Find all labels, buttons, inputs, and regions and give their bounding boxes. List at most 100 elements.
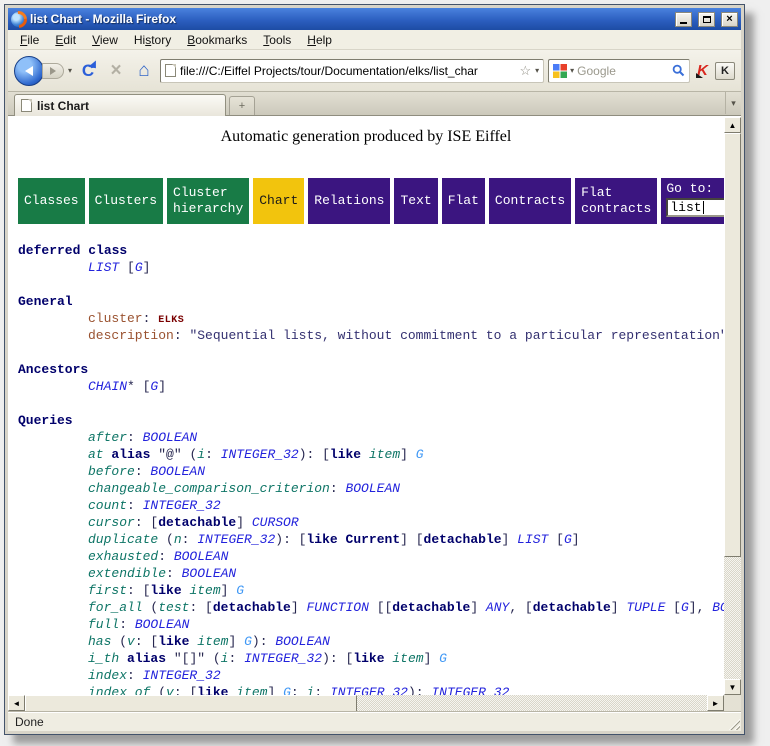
code-text: : [ [174,685,197,695]
class-link[interactable]: BOOLEAN [135,617,190,632]
list-all-tabs-button[interactable]: ▾ [725,92,741,114]
nav-button-classes[interactable]: Classes [18,178,85,224]
class-link[interactable]: G [564,532,572,547]
menu-item-tools[interactable]: Tools [255,31,299,49]
address-bar[interactable]: file:///C:/Eiffel Projects/tour/Document… [160,59,544,83]
menu-bar: FileEditViewHistoryBookmarksToolsHelp [8,30,741,50]
vertical-scrollbar[interactable]: ▲ ▼ [724,117,741,695]
generic-parameter[interactable]: G [439,651,447,666]
scroll-up-button[interactable]: ▲ [724,117,741,133]
close-button[interactable]: × [721,12,738,27]
nav-button-flat[interactable]: Flat [442,178,485,224]
menu-item-view[interactable]: View [84,31,126,49]
code-text: [ [548,532,564,547]
nav-button-text[interactable]: Text [394,178,437,224]
search-engine-dropdown-icon[interactable]: ▾ [570,66,574,75]
scroll-left-button[interactable]: ◄ [8,695,25,711]
menu-item-help[interactable]: Help [299,31,340,49]
menu-item-history[interactable]: History [126,31,179,49]
new-tab-button[interactable]: + [229,96,255,115]
class-link[interactable]: BOOLEAN [143,430,198,445]
k-toolbar-button[interactable]: K [715,62,735,80]
code-text: ] [611,600,627,615]
minimize-button[interactable] [675,12,692,27]
generic-parameter[interactable]: G [236,583,244,598]
code-text: "[]" ( [166,651,221,666]
class-link[interactable]: LIST [517,532,548,547]
back-button[interactable] [14,56,44,86]
class-link[interactable]: INTEGER_32 [143,668,221,683]
history-dropdown-icon[interactable]: ▾ [68,66,72,75]
class-link[interactable]: INTEGER_32 [197,532,275,547]
generic-parameter[interactable]: G [283,685,291,695]
feature-name: extendible [88,566,166,581]
forward-button[interactable] [42,63,64,79]
goto-input[interactable]: list [666,198,724,217]
title-bar: list Chart - Mozilla Firefox × [8,8,741,30]
code-text: ] [236,515,252,530]
scroll-right-button[interactable]: ► [707,695,724,711]
horizontal-scrollbar[interactable]: ◄ ► [8,695,741,712]
reload-button[interactable]: C [76,61,100,81]
generic-parameter[interactable]: G [416,447,424,462]
url-text[interactable]: file:///C:/Eiffel Projects/tour/Document… [180,64,515,78]
code-text: ] [228,634,244,649]
search-icon[interactable] [672,64,685,77]
horizontal-scroll-thumb[interactable] [25,695,357,712]
maximize-button[interactable] [698,12,715,27]
scroll-down-button[interactable]: ▼ [724,679,741,695]
generic-parameter[interactable]: G [244,634,252,649]
feature-name: v [127,634,135,649]
class-link[interactable]: G [681,600,689,615]
resize-grip[interactable] [727,717,740,730]
menu-item-bookmarks[interactable]: Bookmarks [179,31,255,49]
url-dropdown-icon[interactable]: ▾ [535,66,539,75]
kaspersky-icon[interactable]: K [694,62,711,79]
class-link[interactable]: CURSOR [252,515,299,530]
class-link[interactable]: BOOLEAN [182,566,237,581]
class-link[interactable]: BOOLEAN [174,549,229,564]
menu-item-file[interactable]: File [12,31,47,49]
class-link[interactable]: BOOLEAN [150,464,205,479]
class-link[interactable]: BOOLEAN [345,481,400,496]
cluster-link[interactable]: ELKS [158,315,184,326]
stop-button[interactable]: × [104,60,128,82]
menu-item-edit[interactable]: Edit [47,31,84,49]
code-text: ] [424,651,440,666]
code-line: Queries [8,412,724,429]
class-link[interactable]: ANY [486,600,509,615]
home-button[interactable]: ⌂ [132,60,156,82]
class-link[interactable]: LIST [88,260,119,275]
class-link[interactable]: TUPLE [626,600,665,615]
vertical-scroll-thumb[interactable] [724,133,741,557]
class-link[interactable]: FUNCTION [306,600,368,615]
code-text: : [127,430,143,445]
keyword: detachable [424,532,502,547]
code-line: CHAIN* [G] [8,378,724,395]
nav-button-chart[interactable]: Chart [253,178,304,224]
class-link[interactable]: INTEGER_32 [143,498,221,513]
code-text: ] [502,532,518,547]
class-link[interactable]: INTEGER_32 [244,651,322,666]
tab-list-chart[interactable]: list Chart [14,94,226,116]
nav-button-flat-contracts[interactable]: Flat contracts [575,178,657,224]
search-bar[interactable]: ▾ Google [548,59,690,83]
bookmark-star-icon[interactable]: ☆ [519,63,531,79]
class-link[interactable]: G [135,260,143,275]
navigation-toolbar: ▾ C × ⌂ file:///C:/Eiffel Projects/tour/… [8,50,741,92]
class-link[interactable]: INTEGER_32 [431,685,509,695]
class-link[interactable]: INTEGER_32 [330,685,408,695]
goto-value: list [670,200,701,215]
search-input[interactable]: Google [577,64,669,78]
code-text: ; [291,685,307,695]
class-link[interactable]: BO [712,600,724,615]
page-banner: Automatic generation produced by ISE Eif… [8,128,724,146]
class-link[interactable]: INTEGER_32 [221,447,299,462]
nav-button-clusters[interactable]: Clusters [89,178,163,224]
class-link[interactable]: BOOLEAN [275,634,330,649]
feature-name: duplicate [88,532,158,547]
nav-button-contracts[interactable]: Contracts [489,178,571,224]
nav-button-cluster-hierarchy[interactable]: Cluster hierarchy [167,178,249,224]
nav-button-relations[interactable]: Relations [308,178,390,224]
class-link[interactable]: CHAIN [88,379,127,394]
